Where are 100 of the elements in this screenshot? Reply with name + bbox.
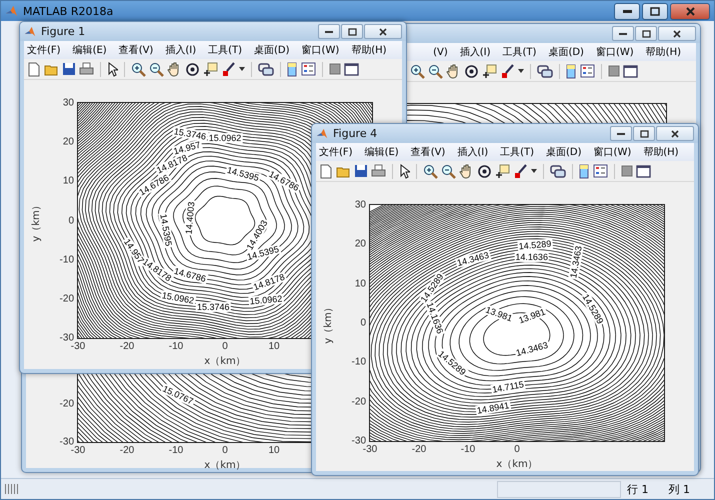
menu-item[interactable]: 帮助(H) xyxy=(351,43,387,57)
menu-item[interactable]: 帮助(H) xyxy=(646,45,681,59)
axis-tick-label: 10 xyxy=(268,341,280,352)
square-icon[interactable] xyxy=(621,165,633,177)
save-icon[interactable] xyxy=(354,164,368,178)
rotate-icon[interactable] xyxy=(185,62,200,76)
brush-icon[interactable] xyxy=(221,62,236,76)
zoom-out-icon[interactable] xyxy=(441,164,456,178)
axis-tick-label: -30 xyxy=(70,341,86,352)
link-icon[interactable] xyxy=(258,62,274,76)
menu-item[interactable]: 窗口(W) xyxy=(596,45,634,59)
zoom-in-icon[interactable] xyxy=(131,62,146,76)
data-cursor-icon[interactable] xyxy=(482,64,497,78)
close-button[interactable] xyxy=(658,26,696,41)
axis-label: x（km） xyxy=(204,355,246,368)
menu-item[interactable]: 工具(T) xyxy=(502,45,536,59)
minimize-button[interactable] xyxy=(610,126,632,141)
menu-item[interactable]: 桌面(D) xyxy=(254,43,290,57)
axis-tick-label: -30 xyxy=(60,332,74,344)
menu-item[interactable]: 帮助(H) xyxy=(643,145,679,159)
menu-item[interactable]: 文件(F) xyxy=(319,145,353,159)
minimize-button[interactable] xyxy=(614,2,640,20)
pointer-icon[interactable] xyxy=(107,62,118,76)
window-title: MATLAB R2018a xyxy=(23,4,114,18)
new-file-icon[interactable] xyxy=(27,62,41,76)
panel-icon[interactable] xyxy=(636,164,651,178)
colorbar-icon[interactable] xyxy=(287,62,298,76)
close-button[interactable] xyxy=(364,24,402,39)
save-icon[interactable] xyxy=(62,62,76,76)
link-icon[interactable] xyxy=(550,164,566,178)
contour-label: 15.0962 xyxy=(208,133,242,144)
pointer-icon[interactable] xyxy=(399,164,410,178)
brush-icon[interactable] xyxy=(513,164,528,178)
axis-tick-label: -30 xyxy=(60,436,74,448)
close-icon xyxy=(671,130,679,138)
panel-icon[interactable] xyxy=(623,64,638,78)
zoom-out-icon[interactable] xyxy=(428,64,443,78)
maximize-button[interactable] xyxy=(341,24,363,39)
menu-item[interactable]: 插入(I) xyxy=(460,45,491,59)
caret-icon[interactable] xyxy=(239,67,245,71)
minimize-icon xyxy=(622,10,632,12)
zoom-in-icon[interactable] xyxy=(410,64,425,78)
data-cursor-icon[interactable] xyxy=(495,164,510,178)
rotate-icon[interactable] xyxy=(464,64,479,78)
brush-icon[interactable] xyxy=(500,64,515,78)
menu-item[interactable]: 编辑(E) xyxy=(364,145,399,159)
axis-tick-label: 0 xyxy=(360,318,366,328)
colorbar-icon[interactable] xyxy=(579,164,590,178)
axis-tick-label: -20 xyxy=(60,293,74,304)
contour-label: 15.3746 xyxy=(196,302,230,312)
zoom-out-icon[interactable] xyxy=(149,62,164,76)
menu-item[interactable]: 查看(V) xyxy=(410,145,446,159)
maximize-button[interactable] xyxy=(642,2,668,20)
axis-tick-label: -30 xyxy=(362,444,378,455)
menu-item[interactable]: 桌面(D) xyxy=(548,45,584,59)
minimize-button[interactable] xyxy=(612,26,634,41)
menu-item[interactable]: 插入(I) xyxy=(165,43,196,57)
axis-tick-label: -10 xyxy=(352,356,366,368)
maximize-icon xyxy=(348,28,356,36)
print-icon[interactable] xyxy=(371,164,386,178)
menu-item[interactable]: (V) xyxy=(433,46,448,58)
rotate-icon[interactable] xyxy=(477,164,492,178)
menu-item[interactable]: 窗口(W) xyxy=(594,145,632,159)
panel-icon[interactable] xyxy=(344,62,359,76)
zoom-in-icon[interactable] xyxy=(423,164,438,178)
axis-tick-label: 10 xyxy=(354,278,366,290)
menu-item[interactable]: 桌面(D) xyxy=(546,145,582,159)
legend-icon[interactable] xyxy=(593,164,608,178)
contour-label: 14.3463 xyxy=(568,244,584,280)
menu-item[interactable]: 插入(I) xyxy=(457,145,488,159)
axis-tick-label: -20 xyxy=(352,396,366,408)
data-cursor-icon[interactable] xyxy=(203,62,218,76)
menu-item[interactable]: 查看(V) xyxy=(118,43,154,57)
minimize-button[interactable] xyxy=(318,24,340,39)
contour-label: 14.5395 xyxy=(158,212,174,248)
legend-icon[interactable] xyxy=(580,64,595,78)
colorbar-icon[interactable] xyxy=(566,64,577,78)
close-button[interactable] xyxy=(656,126,694,141)
window-title: Figure 4 xyxy=(333,127,378,140)
caret-icon[interactable] xyxy=(531,169,537,173)
square-icon[interactable] xyxy=(329,63,341,75)
menu-item[interactable]: 编辑(E) xyxy=(72,43,107,57)
close-button[interactable] xyxy=(670,2,710,20)
link-icon[interactable] xyxy=(537,64,553,78)
caret-icon[interactable] xyxy=(518,69,524,73)
menu-item[interactable]: 工具(T) xyxy=(500,145,534,159)
print-icon[interactable] xyxy=(79,62,94,76)
matlab-logo-icon xyxy=(5,4,18,18)
axis-label: y（km） xyxy=(322,302,335,344)
new-file-icon[interactable] xyxy=(319,164,333,178)
axis-label: x（km） xyxy=(204,459,246,472)
menu-item[interactable]: 窗口(W) xyxy=(302,43,340,57)
axis-label: x（km） xyxy=(496,458,538,471)
legend-icon[interactable] xyxy=(301,62,316,76)
menu-item[interactable]: 工具(T) xyxy=(208,43,242,57)
folder-icon[interactable] xyxy=(336,164,351,178)
maximize-button[interactable] xyxy=(633,126,655,141)
maximize-button[interactable] xyxy=(635,26,657,41)
square-icon[interactable] xyxy=(608,65,620,77)
menu-item[interactable]: 文件(F) xyxy=(27,43,61,57)
